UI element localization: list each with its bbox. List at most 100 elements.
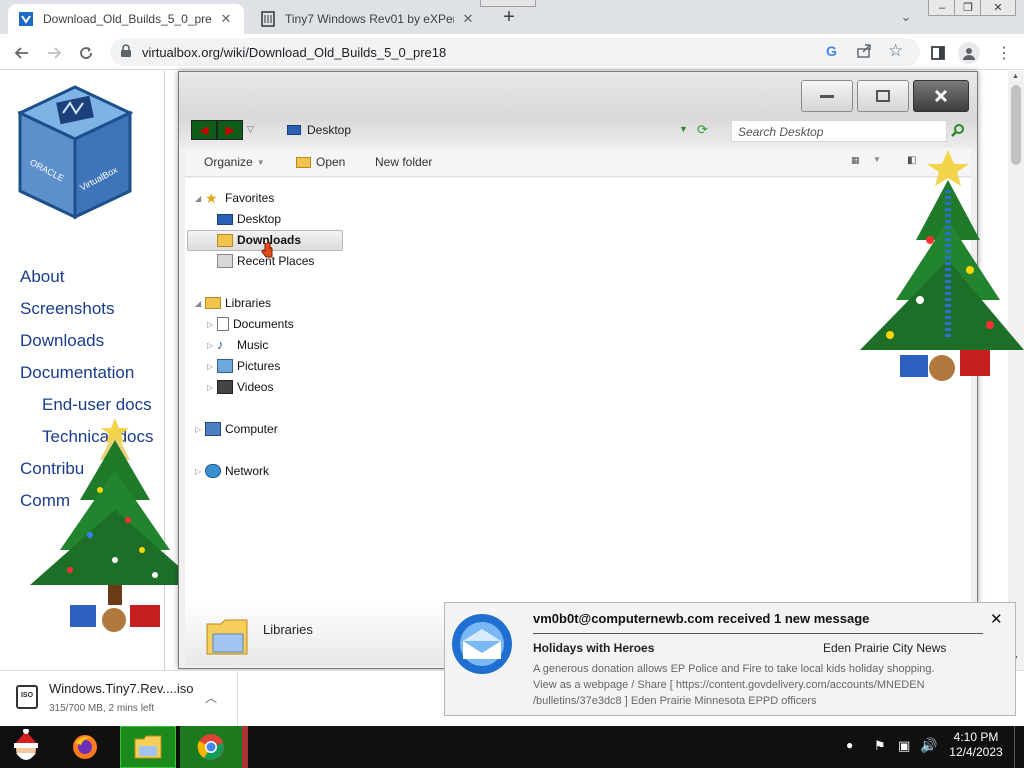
- explorer-location: Desktop: [307, 123, 352, 137]
- explorer-taskbar-button[interactable]: [120, 726, 176, 768]
- reload-icon[interactable]: [76, 43, 96, 63]
- download-menu-chevron-icon[interactable]: ︿: [205, 689, 217, 706]
- close-window-button[interactable]: ✕: [980, 0, 1016, 16]
- downloads-folder-icon: [217, 233, 233, 247]
- videos-icon: [217, 380, 233, 394]
- minimize-button[interactable]: –: [928, 0, 956, 16]
- back-arrow-icon[interactable]: [12, 43, 32, 63]
- tree-item-downloads[interactable]: Downloads: [217, 230, 301, 250]
- tree-libraries[interactable]: ◢ Libraries: [195, 293, 271, 313]
- tab-tiny7[interactable]: Tiny7 Windows Rev01 by eXPerie ✕: [250, 4, 486, 34]
- scroll-up-icon[interactable]: ▲: [1012, 73, 1019, 80]
- nav-documentation[interactable]: Documentation: [20, 363, 134, 383]
- explorer-address-bar[interactable]: Desktop: [287, 123, 351, 137]
- new-folder-button[interactable]: New folder: [375, 155, 432, 169]
- tree-item-desktop[interactable]: Desktop: [217, 209, 281, 229]
- taskbar-clock[interactable]: 4:10 PM 12/4/2023: [948, 730, 1004, 760]
- explorer-search-input[interactable]: Search Desktop: [731, 120, 947, 142]
- tray-dot-icon[interactable]: ●: [846, 738, 853, 752]
- lock-icon[interactable]: [120, 44, 132, 61]
- expand-triangle-icon[interactable]: ▷: [207, 320, 217, 329]
- address-bar[interactable]: virtualbox.org/wiki/Download_Old_Builds_…: [110, 38, 920, 66]
- tree-item-documents[interactable]: ▷ Documents: [207, 314, 294, 334]
- start-button-santa-icon[interactable]: [4, 726, 48, 768]
- explorer-close-button[interactable]: [913, 80, 969, 112]
- expand-triangle-icon[interactable]: ▷: [195, 467, 205, 476]
- window-snap-handle: [480, 0, 536, 7]
- tab-close-icon[interactable]: ✕: [460, 11, 476, 27]
- new-tab-button[interactable]: +: [492, 7, 526, 28]
- restore-button[interactable]: ❐: [954, 0, 982, 16]
- recent-pages-chevron-icon[interactable]: ▽: [247, 124, 254, 135]
- expand-triangle-icon[interactable]: ▷: [207, 341, 217, 350]
- tree-item-music[interactable]: ▷ ♪ Music: [207, 335, 268, 355]
- refresh-icon[interactable]: ⟳: [697, 122, 708, 138]
- tree-label: Network: [225, 464, 270, 478]
- tree-item-pictures[interactable]: ▷ Pictures: [207, 356, 280, 376]
- chrome-taskbar-button[interactable]: [180, 726, 242, 768]
- preview-line: View as a webpage / Share [ https://cont…: [533, 679, 925, 691]
- notification-sender: Eden Prairie City News: [823, 641, 947, 655]
- download-status: 315/700 MB, 2 mins left: [49, 703, 155, 714]
- organize-button[interactable]: Organize ▼: [204, 155, 265, 169]
- browser-toolbar: virtualbox.org/wiki/Download_Old_Builds_…: [0, 34, 1024, 70]
- iso-file-icon: ISO: [16, 685, 38, 709]
- explorer-forward-icon[interactable]: ▶: [217, 120, 243, 140]
- show-desktop-button[interactable]: [1014, 726, 1024, 768]
- tree-item-recent-places[interactable]: Recent Places: [217, 251, 314, 271]
- tab-search-chevron-icon[interactable]: ⌄: [896, 7, 916, 27]
- expand-triangle-icon[interactable]: ▷: [207, 383, 217, 392]
- tree-computer[interactable]: ▷ Computer: [195, 419, 278, 439]
- expand-triangle-icon[interactable]: ▷: [207, 362, 217, 371]
- explorer-maximize-button[interactable]: [857, 80, 909, 112]
- star-icon: ★: [205, 190, 218, 206]
- nav-downloads[interactable]: Downloads: [20, 331, 104, 351]
- tab-close-icon[interactable]: ✕: [218, 11, 234, 27]
- collapse-triangle-icon[interactable]: ◢: [195, 194, 205, 203]
- virtualbox-logo[interactable]: ORACLE VirtualBox: [16, 83, 134, 223]
- tab-title: Download_Old_Builds_5_0_pre18: [43, 12, 212, 26]
- clock-time: 4:10 PM: [953, 730, 999, 744]
- pictures-icon: [217, 359, 233, 373]
- nav-screenshots[interactable]: Screenshots: [20, 299, 115, 319]
- google-lens-icon[interactable]: G: [826, 43, 837, 59]
- side-panel-icon[interactable]: [928, 43, 948, 63]
- tree-network[interactable]: ▷ Network: [195, 461, 269, 481]
- tab-virtualbox[interactable]: Download_Old_Builds_5_0_pre18 ✕: [8, 4, 244, 34]
- share-icon[interactable]: [856, 43, 872, 62]
- explorer-back-icon[interactable]: ◀: [191, 120, 217, 140]
- computer-icon: [205, 422, 221, 436]
- collapse-triangle-icon[interactable]: ◢: [195, 299, 205, 308]
- forward-arrow-icon[interactable]: [44, 43, 64, 63]
- search-magnifier-icon[interactable]: [951, 123, 965, 140]
- bookmark-star-icon[interactable]: ☆: [888, 41, 903, 61]
- tree-label: Videos: [237, 380, 274, 394]
- open-button[interactable]: Open: [296, 155, 345, 169]
- recent-places-icon: [217, 254, 233, 268]
- tree-item-videos[interactable]: ▷ Videos: [207, 377, 273, 397]
- action-center-flag-icon[interactable]: ⚑: [874, 738, 886, 754]
- explorer-minimize-button[interactable]: [801, 80, 853, 112]
- folder-open-icon: [296, 156, 311, 168]
- firefox-taskbar-icon[interactable]: [66, 726, 104, 768]
- thunderbird-notification[interactable]: vm0b0t@computernewb.com received 1 new m…: [444, 602, 1016, 716]
- notification-header: vm0b0t@computernewb.com received 1 new m…: [533, 611, 870, 626]
- desktop-icon: [217, 213, 233, 225]
- nav-about[interactable]: About: [20, 267, 64, 287]
- volume-icon[interactable]: 🔊: [920, 737, 937, 754]
- tree-favorites[interactable]: ◢ ★ Favorites: [195, 188, 274, 208]
- download-item[interactable]: ISO Windows.Tiny7.Rev....iso 315/700 MB,…: [0, 671, 238, 727]
- expand-triangle-icon[interactable]: ▷: [195, 425, 205, 434]
- notification-divider: [533, 633, 983, 634]
- open-label: Open: [316, 155, 346, 169]
- address-dropdown-icon[interactable]: ▼: [679, 124, 688, 134]
- tree-label: Libraries: [225, 296, 272, 310]
- tree-label: Music: [237, 338, 269, 352]
- notification-close-icon[interactable]: ✕: [990, 610, 1003, 628]
- more-menu-icon[interactable]: ⋮: [994, 43, 1014, 63]
- taskbar-separator: [242, 726, 248, 768]
- profile-avatar-icon[interactable]: [958, 42, 980, 64]
- tab-title: Tiny7 Windows Rev01 by eXPerie: [285, 12, 454, 26]
- network-tray-icon[interactable]: ▣: [898, 738, 910, 754]
- explorer-titlebar[interactable]: ◀ ▶ ▽ Desktop ▼ ⟳ Search Desktop: [179, 72, 977, 147]
